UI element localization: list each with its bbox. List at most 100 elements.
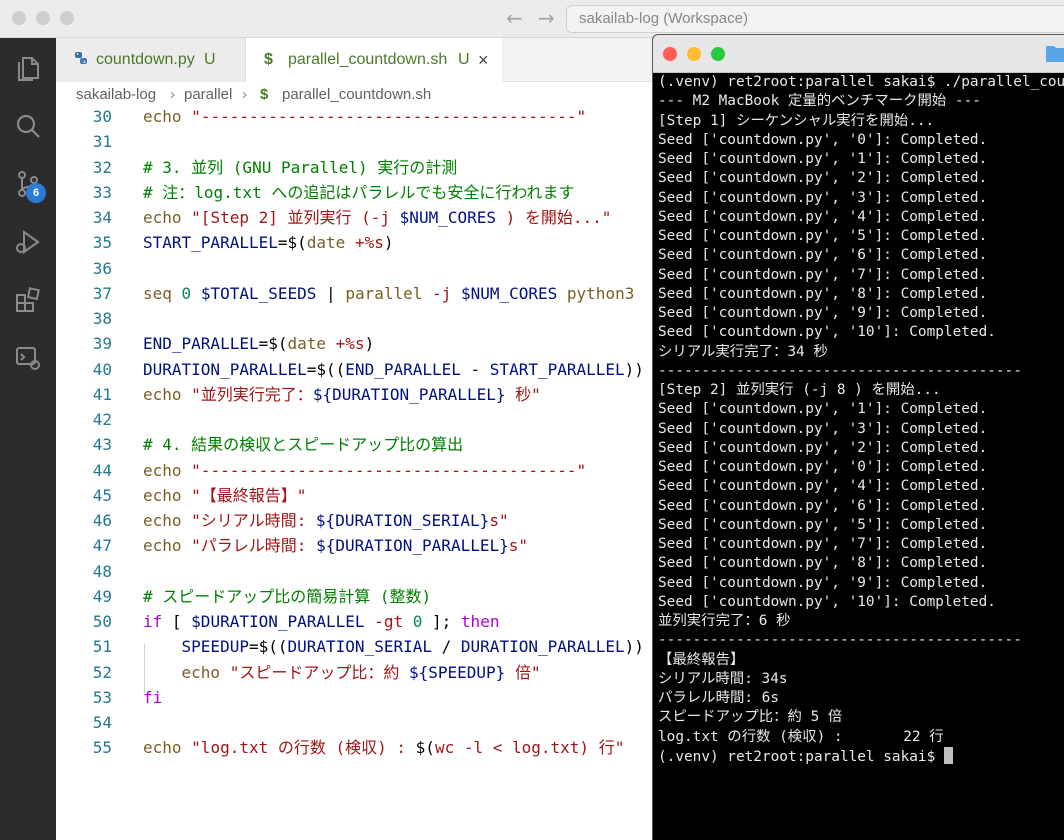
- search-icon[interactable]: [14, 112, 42, 140]
- window-titlebar: ← → sakailab-log (Workspace): [0, 0, 1064, 38]
- command-center-search[interactable]: sakailab-log (Workspace): [566, 5, 1064, 33]
- run-debug-icon[interactable]: [14, 228, 42, 256]
- line-number: 51: [92, 637, 112, 657]
- line-number: 49: [92, 586, 112, 606]
- line-number: 39: [92, 334, 112, 354]
- minimize-window-button[interactable]: [36, 11, 50, 25]
- terminal-line: (.venv) ret2root:parallel sakai$: [658, 746, 1064, 766]
- remote-explorer-icon[interactable]: [14, 344, 42, 372]
- terminal-line: [Step 1] シーケンシャル実行を開始...: [658, 112, 935, 129]
- shell-dollar-icon: $: [264, 51, 273, 68]
- terminal-line: Seed ['countdown.py', '6']: Completed.: [658, 247, 988, 264]
- terminal-output[interactable]: (.venv) ret2root:parallel sakai$ ./paral…: [658, 73, 1064, 766]
- terminal-line: Seed ['countdown.py', '3']: Completed.: [658, 189, 988, 206]
- line-number: 45: [92, 485, 112, 505]
- terminal-line: 並列実行完了：6 秒: [658, 613, 791, 629]
- close-icon[interactable]: ×: [478, 38, 489, 82]
- terminal-cursor: [943, 746, 953, 764]
- terminal-line: (.venv) ret2root:parallel sakai$ ./paral…: [658, 74, 1064, 90]
- tab-label: countdown.py: [96, 51, 195, 68]
- terminal-line: ----------------------------------------…: [658, 362, 1022, 379]
- terminal-line: Seed ['countdown.py', '9']: Completed.: [658, 574, 988, 591]
- terminal-window: (.venv) ret2root:parallel sakai$ ./paral…: [652, 34, 1064, 840]
- code-text: echo "スピードアップ比：約 ${SPEEDUP} 倍": [181, 662, 541, 682]
- code-text: fi: [143, 687, 163, 707]
- code-text: SPEEDUP=$((DURATION_SERIAL / DURATION_PA…: [181, 637, 644, 657]
- line-number: 42: [92, 410, 112, 429]
- tab-label: parallel_countdown.sh: [288, 51, 448, 68]
- minimize-window-button[interactable]: [687, 47, 701, 61]
- terminal-line: スピードアップ比：約 5 倍: [658, 709, 843, 726]
- tab-parallel-countdown-sh[interactable]: $ parallel_countdown.sh U ×: [246, 38, 502, 82]
- tab-countdown-py[interactable]: countdown.py U: [56, 38, 246, 82]
- close-window-button[interactable]: [663, 47, 677, 61]
- code-text: END_PARALLEL=$(date +%s): [143, 334, 375, 354]
- code-text: seq 0 $TOTAL_SEEDS | parallel -j $NUM_CO…: [143, 283, 635, 303]
- terminal-line: log.txt の行数 (検収) : 22 行: [658, 728, 944, 745]
- terminal-line: シリアル実行完了：34 秒: [658, 343, 828, 360]
- line-number: 47: [92, 536, 112, 556]
- source-control-badge: 6: [26, 183, 46, 203]
- line-number: 32: [92, 157, 112, 177]
- terminal-line: Seed ['countdown.py', '7']: Completed.: [658, 266, 988, 283]
- code-text: echo "log.txt の行数 (検収) : $(wc -l < log.t…: [143, 738, 625, 758]
- code-text: echo "パラレル時間: ${DURATION_PARALLEL}s": [143, 536, 528, 556]
- terminal-line: Seed ['countdown.py', '1']: Completed.: [658, 151, 988, 167]
- terminal-line: Seed ['countdown.py', '3']: Completed.: [658, 420, 988, 437]
- close-window-button[interactable]: [12, 11, 26, 25]
- line-number: 34: [92, 208, 112, 227]
- code-text: echo "[Step 2] 並列実行 (-j $NUM_CORES ) を開始…: [143, 208, 612, 227]
- line-number: 44: [92, 460, 112, 480]
- line-number: 36: [92, 258, 112, 278]
- line-number: 48: [92, 561, 112, 581]
- terminal-line: Seed ['countdown.py', '8']: Completed.: [658, 555, 988, 572]
- back-arrow-icon[interactable]: ←: [506, 7, 523, 29]
- terminal-line: シリアル時間: 34s: [658, 670, 788, 687]
- line-number: 46: [92, 511, 112, 530]
- terminal-line: Seed ['countdown.py', '0']: Completed.: [658, 459, 988, 475]
- code-text: echo "【最終報告】": [143, 485, 307, 505]
- terminal-line: [Step 2] 並列実行 (-j 8 ) を開始...: [658, 382, 941, 398]
- line-number: 31: [92, 132, 112, 152]
- terminal-titlebar: [653, 35, 1064, 73]
- explorer-icon[interactable]: [14, 54, 42, 82]
- zoom-window-button[interactable]: [711, 47, 725, 61]
- line-number: 52: [92, 662, 112, 682]
- terminal-line: Seed ['countdown.py', '6']: Completed.: [658, 497, 988, 514]
- code-text: echo "----------------------------------…: [143, 107, 587, 126]
- terminal-line: Seed ['countdown.py', '1']: Completed.: [658, 401, 988, 418]
- extensions-icon[interactable]: [14, 286, 42, 314]
- code-text: # 注：log.txt への追記はパラレルでも安全に行われます: [143, 182, 575, 202]
- line-number: 41: [92, 384, 112, 404]
- terminal-line: Seed ['countdown.py', '10']: Completed.: [658, 324, 996, 341]
- terminal-line: Seed ['countdown.py', '2']: Completed.: [658, 170, 988, 187]
- code-text: echo "----------------------------------…: [143, 460, 587, 480]
- terminal-line: Seed ['countdown.py', '10']: Completed.: [658, 593, 996, 610]
- zoom-window-button[interactable]: [60, 11, 74, 25]
- terminal-line: ----------------------------------------…: [658, 632, 1022, 649]
- terminal-line: Seed ['countdown.py', '5']: Completed.: [658, 228, 988, 244]
- terminal-line: Seed ['countdown.py', '2']: Completed.: [658, 439, 988, 456]
- line-number: 30: [92, 107, 112, 126]
- line-number: 37: [92, 283, 112, 303]
- code-text: START_PARALLEL=$(date +%s): [143, 233, 394, 253]
- code-text: # 3. 並列 (GNU Parallel) 実行の計測: [143, 157, 458, 177]
- python-icon: [74, 38, 88, 82]
- folder-icon: [1046, 46, 1064, 62]
- terminal-line: Seed ['countdown.py', '9']: Completed.: [658, 305, 988, 321]
- terminal-line: Seed ['countdown.py', '7']: Completed.: [658, 536, 988, 552]
- tab-untracked-status: U: [458, 51, 470, 68]
- line-number: 43: [92, 435, 112, 455]
- line-number: 53: [92, 687, 112, 707]
- terminal-line: 【最終報告】: [658, 651, 745, 668]
- line-number: 50: [92, 612, 112, 631]
- line-number: 35: [92, 233, 112, 253]
- terminal-line: Seed ['countdown.py', '5']: Completed.: [658, 516, 988, 533]
- activity-bar: 6: [0, 38, 56, 840]
- forward-arrow-icon[interactable]: →: [538, 7, 555, 29]
- tab-untracked-status: U: [204, 51, 216, 68]
- line-number: 54: [92, 713, 112, 732]
- code-text: if [ $DURATION_PARALLEL -gt 0 ]; then: [143, 612, 500, 631]
- terminal-line: パラレル時間: 6s: [658, 690, 779, 706]
- line-number: 55: [92, 738, 112, 758]
